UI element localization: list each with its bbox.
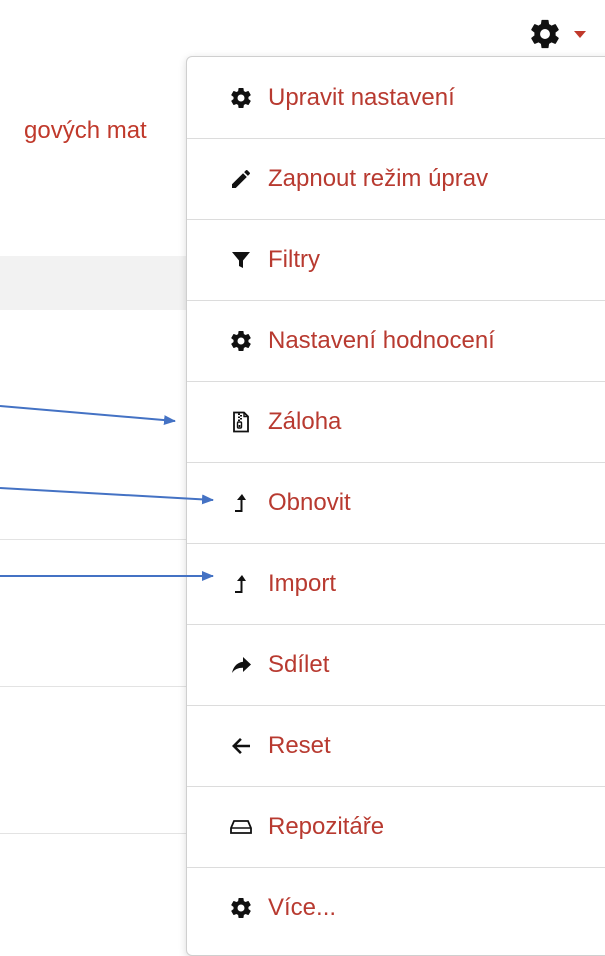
menu-item-label: Import xyxy=(268,570,337,597)
background-divider xyxy=(0,539,190,540)
menu-item-reset[interactable]: Reset xyxy=(187,705,605,786)
archive-file-icon xyxy=(229,410,253,434)
gear-icon xyxy=(229,896,253,920)
menu-item-label: Nastavení hodnocení xyxy=(268,327,495,354)
menu-item-label: Reset xyxy=(268,732,331,759)
filter-icon xyxy=(229,248,253,272)
arrow-left-icon xyxy=(229,734,253,758)
menu-item-zaloha[interactable]: Záloha xyxy=(187,381,605,462)
menu-item-zapnout-rezim-uprav[interactable]: Zapnout režim úprav xyxy=(187,138,605,219)
menu-item-filtry[interactable]: Filtry xyxy=(187,219,605,300)
menu-item-label: Sdílet xyxy=(268,651,330,678)
menu-item-label: Obnovit xyxy=(268,489,351,516)
menu-item-vice[interactable]: Více... xyxy=(187,867,605,948)
menu-item-upravit-nastaveni[interactable]: Upravit nastavení xyxy=(187,57,605,138)
pencil-icon xyxy=(229,167,253,191)
menu-item-repozitare[interactable]: Repozitáře xyxy=(187,786,605,867)
level-up-icon xyxy=(229,572,253,596)
caret-down-icon xyxy=(574,31,586,38)
gear-icon xyxy=(229,86,253,110)
actions-dropdown-menu: Upravit nastavení Zapnout režim úprav Fi… xyxy=(186,56,605,956)
menu-item-sdilet[interactable]: Sdílet xyxy=(187,624,605,705)
gear-icon xyxy=(229,329,253,353)
background-link-text[interactable]: gových mat xyxy=(24,117,147,145)
menu-item-nastaveni-hodnoceni[interactable]: Nastavení hodnocení xyxy=(187,300,605,381)
menu-item-label: Více... xyxy=(268,894,337,921)
level-up-icon xyxy=(229,491,253,515)
annotation-arrow-zaloha xyxy=(0,405,176,426)
menu-item-label: Upravit nastavení xyxy=(268,83,455,111)
menu-item-obnovit[interactable]: Obnovit xyxy=(187,462,605,543)
menu-item-label: Záloha xyxy=(268,408,342,435)
actions-menu-toggle[interactable] xyxy=(528,17,605,51)
hard-drive-icon xyxy=(229,815,253,839)
menu-item-label: Repozitáře xyxy=(268,813,385,840)
share-icon xyxy=(229,653,253,677)
background-divider xyxy=(0,686,190,687)
menu-item-label: Filtry xyxy=(268,246,320,273)
annotation-arrow-obnovit xyxy=(0,487,214,505)
gear-icon xyxy=(531,19,559,49)
background-table-header xyxy=(0,256,190,310)
menu-item-label: Zapnout režim úprav xyxy=(268,165,489,192)
menu-item-import[interactable]: Import xyxy=(187,543,605,624)
background-divider xyxy=(0,833,190,834)
